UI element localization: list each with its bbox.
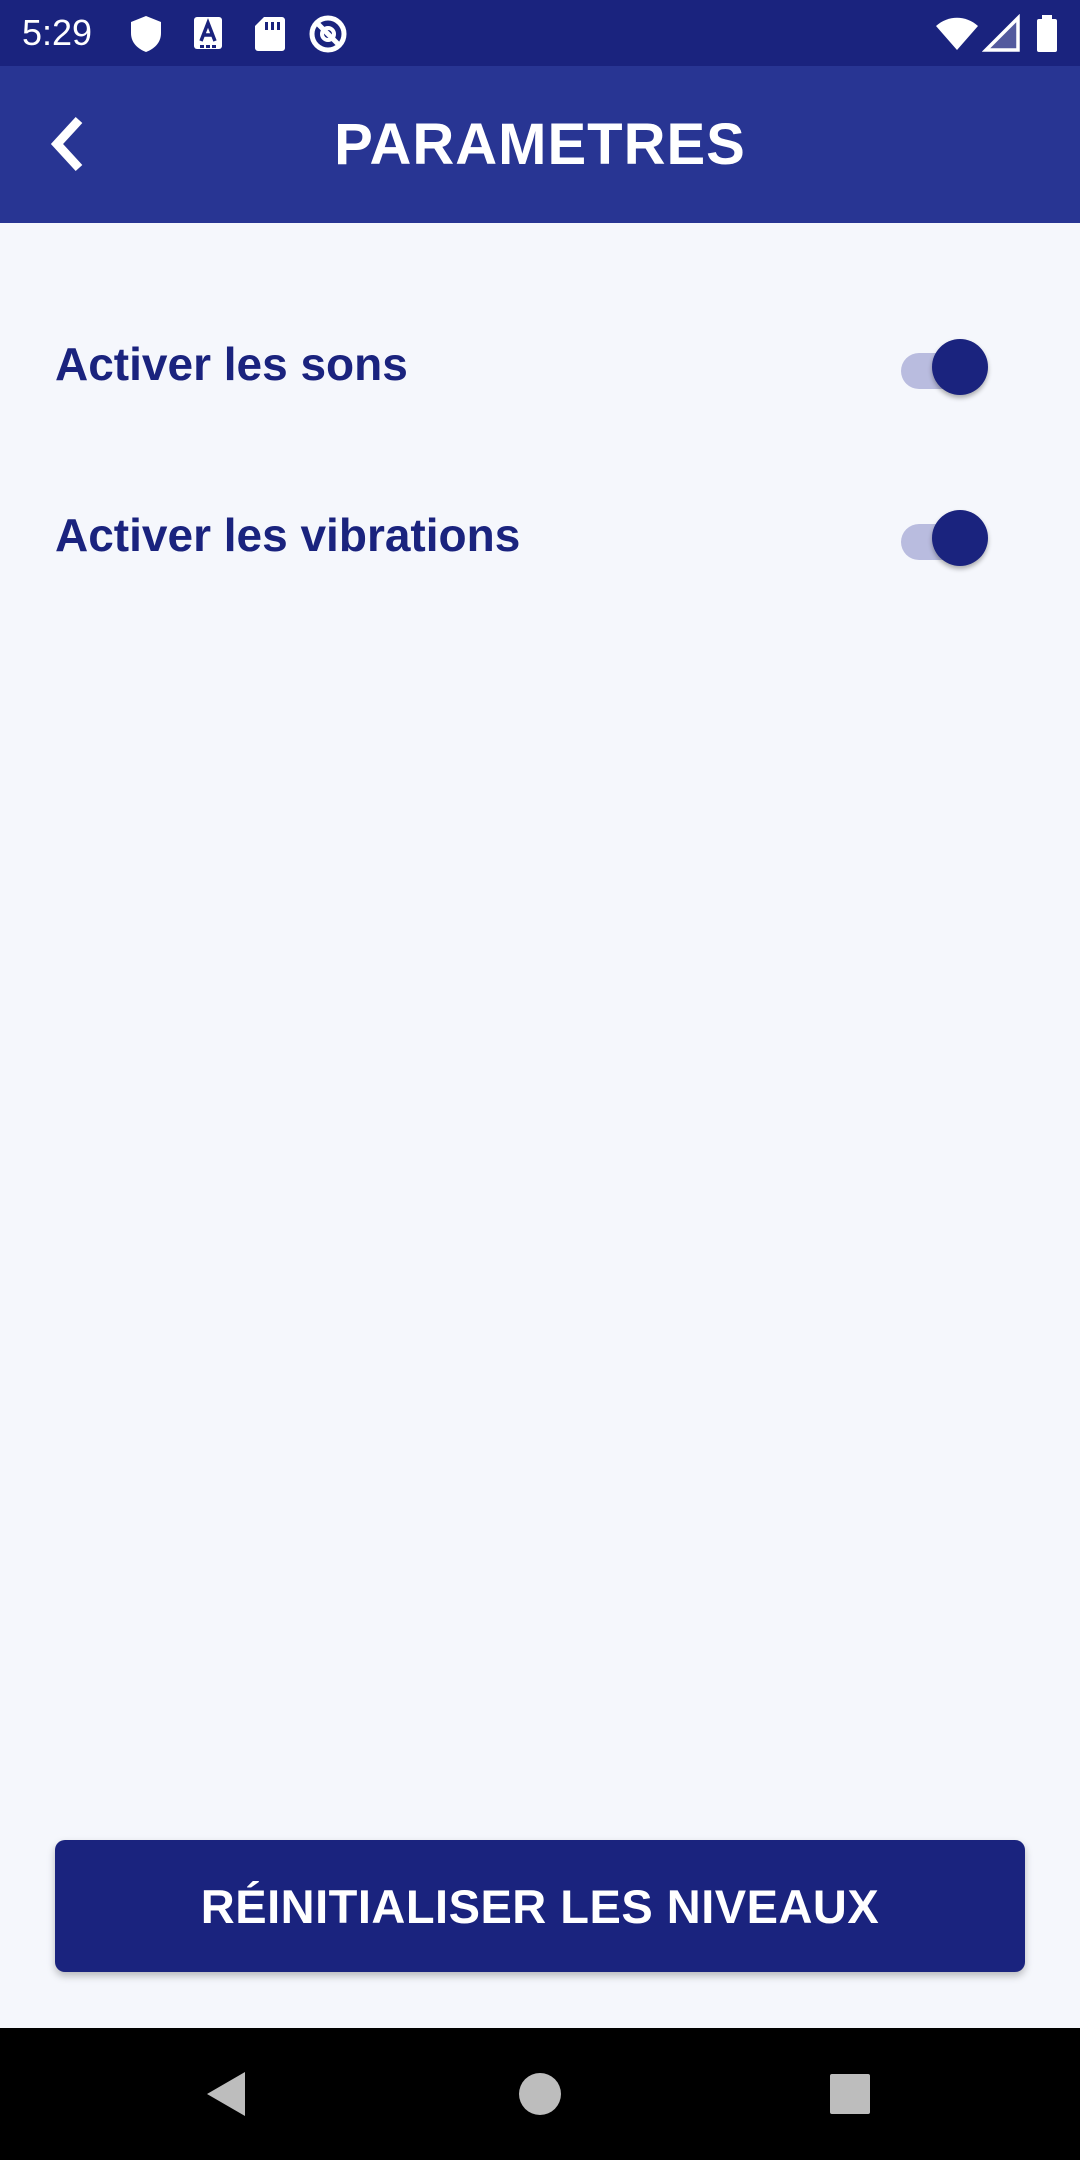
battery-icon	[1034, 14, 1060, 59]
app-bar: PARAMETRES	[0, 66, 1080, 223]
nav-back-button[interactable]	[186, 2054, 266, 2134]
vibrations-toggle[interactable]	[895, 505, 995, 566]
status-time: 5:29	[22, 12, 93, 53]
font-a-icon	[190, 14, 226, 59]
wifi-icon	[934, 14, 980, 59]
switch-thumb	[932, 510, 988, 566]
back-triangle-icon	[207, 2072, 245, 2116]
reset-levels-button[interactable]: RÉINITIALISER LES NIVEAUX	[55, 1840, 1025, 1972]
setting-row-sounds: Activer les sons	[0, 304, 1080, 424]
shield-icon	[128, 14, 164, 59]
signal-icon	[981, 13, 1022, 59]
switch-thumb	[932, 339, 988, 395]
nav-recents-button[interactable]	[810, 2054, 890, 2134]
setting-label-vibrations: Activer les vibrations	[55, 509, 521, 561]
sd-card-icon	[252, 14, 288, 59]
page-title: PARAMETRES	[334, 112, 746, 177]
status-bar: 5:29	[0, 0, 1080, 66]
nav-home-button[interactable]	[500, 2054, 580, 2134]
recents-square-icon	[830, 2074, 870, 2114]
home-circle-icon	[519, 2073, 561, 2115]
navigation-bar	[0, 2028, 1080, 2160]
setting-label-sounds: Activer les sons	[55, 338, 408, 390]
no-tracking-icon	[308, 14, 348, 59]
setting-row-vibrations: Activer les vibrations	[0, 475, 1080, 595]
sounds-toggle[interactable]	[895, 334, 995, 395]
